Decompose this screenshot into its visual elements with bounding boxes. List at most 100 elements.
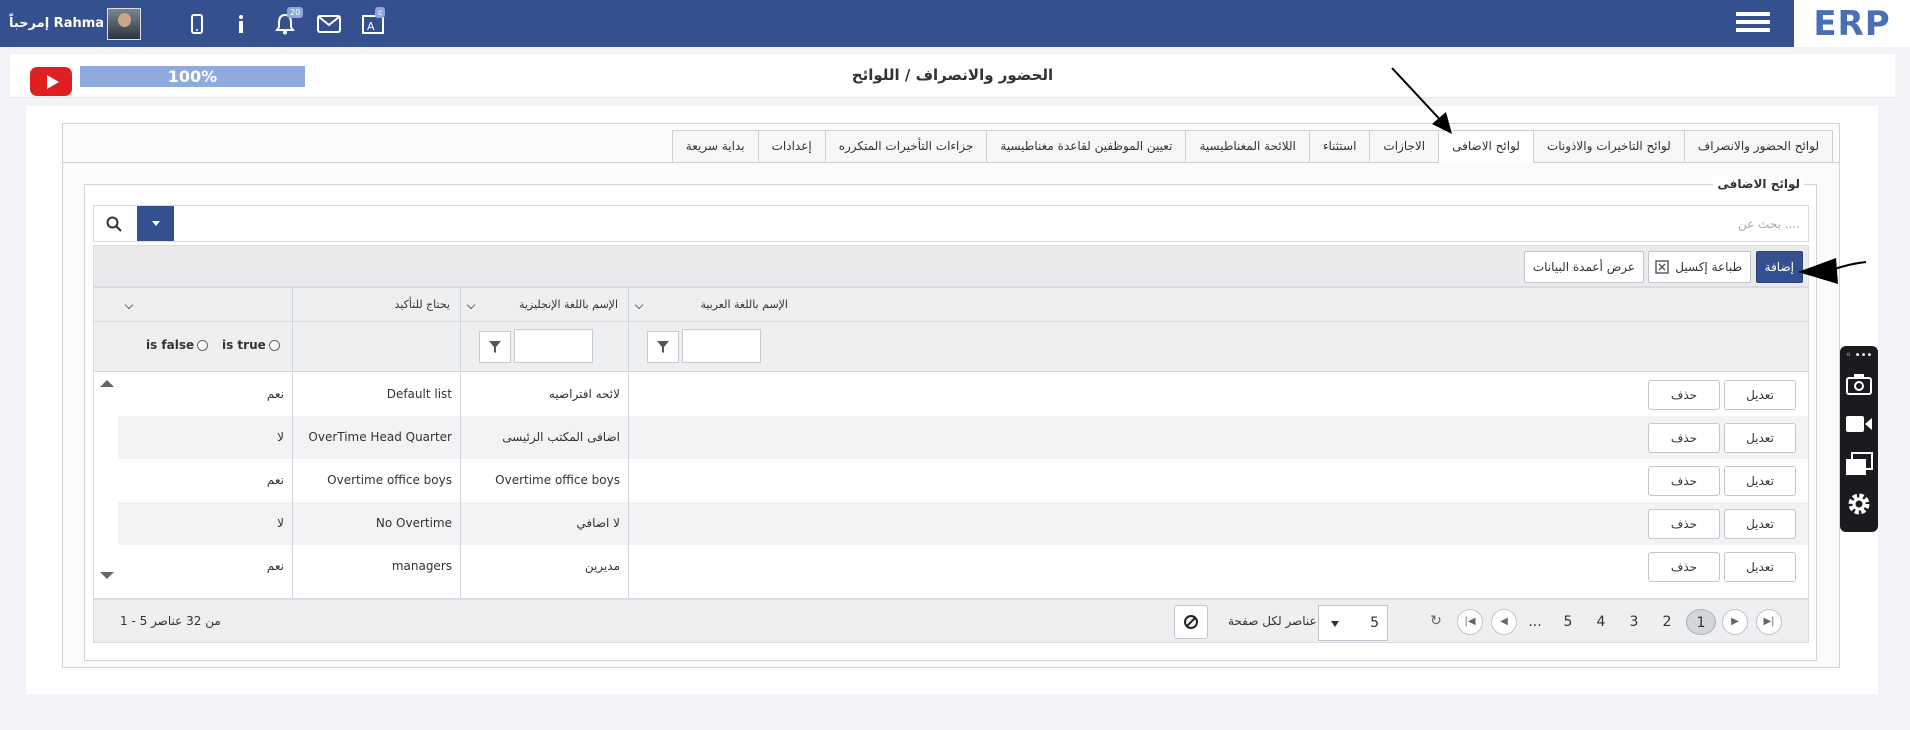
mail-icon[interactable]	[307, 8, 351, 40]
cell-arabic-name: لا اضافي	[576, 516, 620, 530]
radio-circle[interactable]	[197, 339, 209, 351]
page-1[interactable]: 1	[1686, 609, 1716, 635]
delete-button[interactable]: حذف	[1648, 466, 1720, 496]
scroll-down-icon[interactable]	[100, 572, 114, 579]
delete-button[interactable]: حذف	[1648, 380, 1720, 410]
cell-arabic-name: مديرين	[584, 559, 620, 573]
page-size-value: 5	[1370, 615, 1379, 631]
tab-delay-lists[interactable]: لوائح التاخيرات والاذونات	[1532, 130, 1685, 163]
grid-header: الإسم باللغة العربية الإسم باللغة الإنجل…	[94, 288, 1808, 322]
search-dropdown-button[interactable]	[137, 206, 174, 241]
cell-needs-confirmation: نعم	[266, 387, 284, 401]
tab-settings[interactable]: إعدادات	[757, 130, 826, 163]
tab-attendance-lists[interactable]: لوائح الحضور والانصراف	[1683, 130, 1833, 163]
pager-summary: 1 - 5 من 32 عناصر	[120, 614, 221, 628]
title-bar: 100% الحضور والانصراف / اللوائح	[10, 54, 1895, 98]
info-icon[interactable]	[219, 8, 263, 40]
edit-button[interactable]: تعديل	[1724, 380, 1796, 410]
column-header-english-name[interactable]: الإسم باللغة الإنجليزية	[460, 288, 628, 322]
video-icon[interactable]	[1845, 410, 1873, 438]
edit-button[interactable]: تعديل	[1724, 509, 1796, 539]
delete-button[interactable]: حذف	[1648, 552, 1720, 582]
clear-filter-icon[interactable]	[1174, 605, 1208, 639]
chevron-down-icon[interactable]	[634, 300, 644, 310]
excel-export-button[interactable]: طباعة إكسيل	[1648, 251, 1751, 283]
column-header-needs-confirmation[interactable]: يحتاج للتأكيد	[118, 288, 460, 322]
last-page-icon[interactable]: ▶|	[1756, 609, 1782, 635]
table-row: تعديل حذف اضافى المكتب الرئيسى OverTime …	[118, 416, 1808, 459]
radio-circle[interactable]	[268, 339, 280, 351]
chevron-down-icon	[1331, 621, 1339, 627]
tab-quick-start[interactable]: بداية سريعة	[671, 130, 759, 163]
filter-input-english-name[interactable]	[514, 329, 593, 363]
edit-button[interactable]: تعديل	[1724, 466, 1796, 496]
table-row: تعديل حذف مديرين managers نعم	[118, 545, 1808, 588]
grid-toolbar: إضافة طباعة إكسيل عرض أعمدة البيانات	[93, 245, 1809, 287]
filter-radio-is-true[interactable]: is true	[222, 338, 280, 352]
table-row: تعديل حذف لا اضافي No Overtime لا	[118, 502, 1808, 545]
first-page-icon[interactable]: |◀	[1457, 609, 1483, 635]
gear-icon[interactable]	[1845, 490, 1873, 518]
page-size-select[interactable]: 5	[1318, 605, 1388, 641]
windows-icon[interactable]	[1845, 450, 1873, 478]
search-input[interactable]	[500, 214, 1800, 234]
search-icon[interactable]	[94, 206, 134, 241]
erp-logo[interactable]: ERP	[1794, 0, 1910, 47]
filter-input-arabic-name[interactable]	[682, 329, 761, 363]
page-ellipsis[interactable]: ...	[1520, 609, 1550, 635]
tab-assign-employees[interactable]: تعيين الموظفين لقاعدة مغناطيسية	[986, 130, 1187, 163]
cell-english-name: Overtime office boys	[327, 473, 452, 487]
cell-needs-confirmation: نعم	[266, 473, 284, 487]
edit-button[interactable]: تعديل	[1724, 423, 1796, 453]
data-grid: الإسم باللغة العربية الإسم باللغة الإنجل…	[93, 287, 1809, 599]
page-4[interactable]: 4	[1586, 609, 1616, 635]
page-5[interactable]: 5	[1553, 609, 1583, 635]
avatar[interactable]	[107, 8, 141, 40]
overtime-section: لوائح الاضافى إضافة طباعة إكسيل عرض أعمد…	[84, 177, 1817, 661]
cell-english-name: managers	[391, 559, 452, 573]
bell-icon[interactable]: 20	[263, 7, 307, 40]
next-page-icon[interactable]: ▶	[1722, 609, 1748, 635]
show-columns-button[interactable]: عرض أعمدة البيانات	[1523, 251, 1644, 283]
tab-strip: لوائح الحضور والانصراف لوائح التاخيرات و…	[671, 130, 1833, 163]
cell-arabic-name: لائحه افتراضيه	[548, 387, 620, 401]
svg-text:A: A	[367, 20, 375, 33]
notifications-badge: 20	[287, 7, 304, 18]
translate-icon[interactable]: A c	[351, 7, 395, 40]
excel-label: طباعة إكسيل	[1675, 260, 1742, 274]
page-2[interactable]: 2	[1652, 609, 1682, 635]
tab-container: لوائح الحضور والانصراف لوائح التاخيرات و…	[62, 123, 1840, 668]
search-bar	[93, 205, 1809, 242]
section-legend: لوائح الاضافى	[1713, 177, 1804, 191]
logo-text: ERP	[1813, 3, 1891, 44]
scroll-up-icon[interactable]	[100, 380, 114, 387]
cell-english-name: Default list	[386, 387, 452, 401]
column-header-arabic-name[interactable]: الإسم باللغة العربية	[628, 288, 798, 322]
delete-button[interactable]: حذف	[1648, 509, 1720, 539]
mobile-icon[interactable]	[175, 8, 219, 40]
main-panel: لوائح الحضور والانصراف لوائح التاخيرات و…	[26, 106, 1878, 694]
prev-page-icon[interactable]: ◀	[1491, 609, 1517, 635]
excel-icon	[1655, 260, 1669, 274]
filter-radio-is-false[interactable]: is false	[146, 338, 209, 352]
chevron-down-icon[interactable]	[466, 300, 476, 310]
add-button[interactable]: إضافة	[1755, 251, 1803, 283]
refresh-icon[interactable]: ↻	[1423, 609, 1449, 635]
edit-button[interactable]: تعديل	[1724, 552, 1796, 582]
tab-exception[interactable]: استثناء	[1308, 130, 1371, 163]
more-icon[interactable]: ◦ •••	[1845, 348, 1873, 362]
camera-icon[interactable]	[1845, 370, 1873, 398]
page-3[interactable]: 3	[1619, 609, 1649, 635]
tab-magnetic-list[interactable]: اللائحة المغناطيسية	[1185, 130, 1310, 163]
translate-badge: c	[375, 7, 386, 18]
filter-icon[interactable]	[647, 331, 679, 363]
filter-icon[interactable]	[479, 331, 511, 363]
chevron-down-icon[interactable]	[124, 300, 134, 310]
hamburger-menu-icon[interactable]	[1736, 8, 1770, 38]
filter-row: is true is false	[94, 322, 1808, 372]
annotation-arrow-add	[1798, 258, 1867, 284]
table-row: تعديل حذف Overtime office boys Overtime …	[118, 459, 1808, 502]
tab-repeated-delay-penalties[interactable]: جزاءات التأخيرات المتكرره	[824, 130, 988, 163]
delete-button[interactable]: حذف	[1648, 423, 1720, 453]
annotation-arrow-tab	[1391, 67, 1452, 134]
